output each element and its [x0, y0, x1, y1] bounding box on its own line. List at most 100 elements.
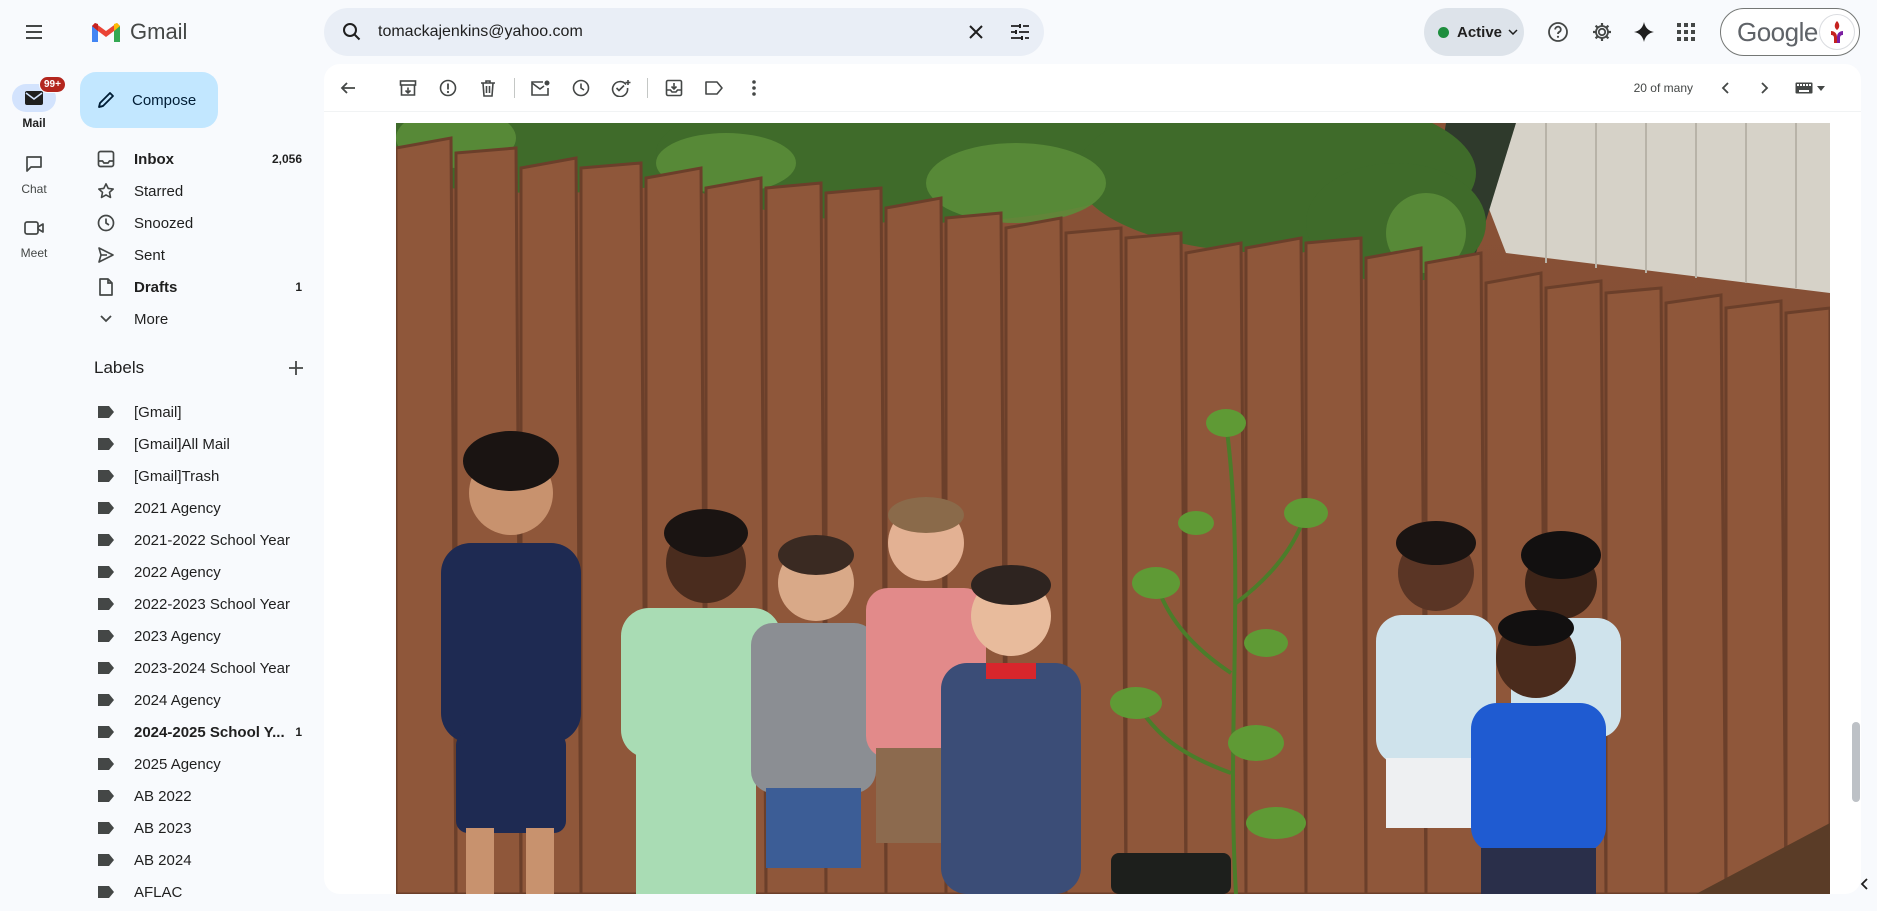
label-name: [Gmail]All Mail: [134, 435, 230, 453]
message-panel: 20 of many: [324, 64, 1861, 894]
archive-icon: [399, 79, 417, 96]
rail-chat-icon-wrap: [12, 150, 56, 178]
label-item[interactable]: 2025 Agency: [68, 748, 316, 780]
toolbar-divider: [514, 77, 515, 98]
label-item[interactable]: 2021 Agency: [68, 492, 316, 524]
label-name: 2022 Agency: [134, 563, 221, 581]
clock-icon: [572, 79, 590, 96]
nav-item-inbox[interactable]: Inbox 2,056: [68, 143, 316, 175]
tune-icon: [1011, 24, 1029, 40]
apps-button[interactable]: [1666, 12, 1706, 52]
draft-icon: [96, 277, 116, 297]
message-scrollbar[interactable]: [1850, 64, 1861, 894]
label-name: 2024-2025 School Y...: [134, 723, 285, 741]
pager-text: 20 of many: [1633, 81, 1693, 95]
chevron-left-icon: [1860, 878, 1868, 890]
arrow-left-icon: [340, 81, 355, 94]
search-button[interactable]: [328, 8, 376, 56]
clear-search-button[interactable]: [956, 12, 996, 52]
nav-item-drafts[interactable]: Drafts 1: [68, 271, 316, 303]
pencil-icon: [98, 92, 114, 108]
label-tag-icon: [96, 818, 116, 838]
gmail-logo-text: Gmail: [130, 19, 188, 44]
nav-label: Starred: [134, 182, 184, 200]
search-icon: [343, 23, 361, 41]
label-tag-icon: [96, 530, 116, 550]
snooze-button[interactable]: [561, 68, 601, 108]
label-tag-icon: [96, 658, 116, 678]
help-icon: [1548, 22, 1568, 42]
back-button[interactable]: [328, 68, 368, 108]
input-tools-button[interactable]: [1795, 82, 1825, 94]
label-item[interactable]: AFLAC: [68, 876, 316, 908]
scrollbar-thumb[interactable]: [1852, 722, 1860, 802]
label-tag-icon: [96, 402, 116, 422]
label-item[interactable]: [Gmail]All Mail: [68, 428, 316, 460]
search-options-button[interactable]: [1000, 12, 1040, 52]
nav-label: Sent: [134, 246, 165, 264]
label-item[interactable]: 2022 Agency: [68, 556, 316, 588]
label-name: 2023 Agency: [134, 627, 221, 645]
label-item[interactable]: AB 2022: [68, 780, 316, 812]
gear-icon: [1593, 23, 1611, 41]
mark-unread-button[interactable]: [521, 68, 561, 108]
search-bar[interactable]: tomackajenkins@yahoo.com: [324, 8, 1044, 56]
rail-mail-label: Mail: [22, 116, 46, 130]
label-name: [Gmail]: [134, 403, 182, 421]
nav-item-more[interactable]: More: [68, 303, 316, 335]
label-item[interactable]: [Gmail]: [68, 396, 316, 428]
inbox-icon: [96, 149, 116, 169]
label-tag-icon: [96, 754, 116, 774]
message-photo[interactable]: [396, 123, 1830, 894]
gmail-logo[interactable]: Gmail: [90, 16, 187, 48]
nav-count: 2,056: [271, 152, 302, 166]
label-item[interactable]: 2024 Agency: [68, 684, 316, 716]
account-button[interactable]: Google: [1720, 8, 1860, 56]
avatar[interactable]: [1819, 14, 1855, 50]
rail-meet-icon-wrap: [12, 214, 56, 242]
side-panel-toggle[interactable]: [1852, 868, 1876, 900]
create-label-button[interactable]: [288, 360, 304, 376]
label-name: 2021-2022 School Year: [134, 531, 290, 549]
label-item[interactable]: AB 2024: [68, 844, 316, 876]
account-brand-text: Google: [1737, 16, 1818, 47]
label-item[interactable]: 2021-2022 School Year: [68, 524, 316, 556]
rail-mail[interactable]: 99+ Mail: [4, 76, 66, 130]
chat-icon: [26, 156, 42, 172]
gmail-m-icon: [92, 23, 120, 42]
labels-button[interactable]: [694, 68, 734, 108]
label-item[interactable]: 2023 Agency: [68, 620, 316, 652]
nav-item-sent[interactable]: Sent: [68, 239, 316, 271]
move-to-button[interactable]: [654, 68, 694, 108]
compose-button[interactable]: Compose: [80, 72, 218, 128]
main-menu-button[interactable]: [14, 12, 54, 52]
label-item[interactable]: AB 2023: [68, 812, 316, 844]
delete-button[interactable]: [468, 68, 508, 108]
status-dot: [1438, 26, 1449, 38]
label-name: 2024 Agency: [134, 691, 221, 709]
trash-icon: [481, 79, 495, 97]
older-button[interactable]: [1745, 68, 1785, 108]
nav-item-snoozed[interactable]: Snoozed: [68, 207, 316, 239]
label-item[interactable]: 2022-2023 School Year: [68, 588, 316, 620]
add-to-tasks-button[interactable]: [601, 68, 641, 108]
message-toolbar: 20 of many: [324, 64, 1861, 112]
label-item[interactable]: [Gmail]Trash: [68, 460, 316, 492]
search-input[interactable]: tomackajenkins@yahoo.com: [376, 23, 956, 41]
settings-button[interactable]: [1582, 12, 1622, 52]
nav-item-starred[interactable]: Starred: [68, 175, 316, 207]
newer-button[interactable]: [1705, 68, 1745, 108]
support-button[interactable]: [1538, 12, 1578, 52]
report-spam-button[interactable]: [428, 68, 468, 108]
sparkle-icon: [1634, 22, 1654, 42]
label-item[interactable]: 2024-2025 School Y... 1: [68, 716, 316, 748]
gemini-button[interactable]: [1624, 12, 1664, 52]
rail-meet[interactable]: Meet: [4, 214, 64, 260]
label-tag-icon: [96, 434, 116, 454]
archive-button[interactable]: [388, 68, 428, 108]
label-item[interactable]: 2023-2024 School Year: [68, 652, 316, 684]
rail-chat[interactable]: Chat: [4, 150, 64, 196]
clock-icon: [96, 213, 116, 233]
more-options-button[interactable]: [734, 68, 774, 108]
status-selector[interactable]: Active: [1424, 8, 1524, 56]
